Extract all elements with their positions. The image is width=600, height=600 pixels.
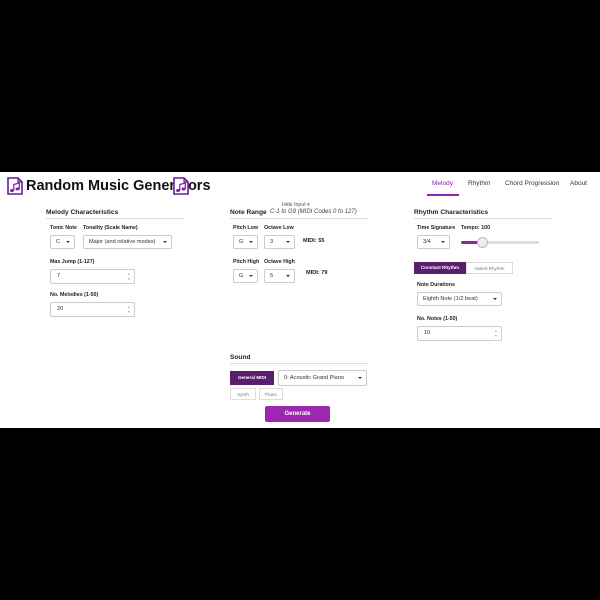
note-durations-select[interactable]: Eighth Note (1/2 beat): [417, 292, 502, 306]
chevron-down-icon: [358, 377, 362, 379]
chevron-down-icon: [441, 241, 445, 243]
music-file-icon: [172, 177, 190, 195]
note-range-title: Note Range: [230, 209, 267, 216]
spinner-icon[interactable]: ▴ ▾: [128, 304, 130, 314]
sound-section-title: Sound: [230, 354, 251, 361]
chevron-down-icon: [286, 275, 290, 277]
spinner-icon[interactable]: ▴ ▾: [495, 328, 497, 338]
max-jump-value: 7: [57, 273, 61, 279]
section-divider: [414, 218, 552, 219]
note-range-hint: C-1 to G9 (MIDI Codes 0 to 127): [270, 209, 357, 215]
num-notes-value: 10: [424, 330, 431, 336]
chevron-down-icon: [249, 241, 253, 243]
pitch-high-value: G: [239, 273, 244, 279]
chevron-down-icon: [286, 241, 290, 243]
pitch-low-label: Pitch Low: [233, 225, 259, 231]
synth-button[interactable]: Synth: [230, 388, 256, 400]
piano-button[interactable]: Piano: [259, 388, 283, 400]
octave-high-value: 5: [270, 273, 274, 279]
chevron-down-icon: [249, 275, 253, 277]
midi-low-readout: MIDI: 55: [303, 238, 325, 244]
tonic-note-value: C: [56, 239, 61, 245]
general-midi-button[interactable]: General MIDI: [230, 371, 274, 385]
max-jump-label: Max Jump (1-127): [50, 259, 95, 265]
octave-low-label: Octave Low: [264, 225, 294, 231]
tonality-value: Major (and relative modes): [89, 239, 156, 245]
chevron-down-icon: [163, 241, 167, 243]
chevron-down-icon: [493, 298, 497, 300]
instrument-value: 0: Acoustic Grand Piano: [284, 375, 345, 381]
chevron-down-icon: [66, 241, 70, 243]
note-durations-value: Eighth Note (1/2 beat): [423, 296, 478, 302]
rhythm-section-title: Rhythm Characteristics: [414, 209, 489, 216]
note-durations-label: Note Durations: [417, 282, 455, 288]
music-file-icon: [6, 177, 24, 195]
num-notes-label: No. Notes (1-50): [417, 316, 458, 322]
tempo-label: Tempo: 100: [461, 225, 491, 231]
pitch-high-select[interactable]: G: [233, 269, 258, 283]
section-divider: [230, 363, 368, 364]
spinner-icon[interactable]: ▴ ▾: [128, 271, 130, 281]
hide-input-toggle[interactable]: Hide Input ▾: [282, 202, 310, 208]
num-melodies-value: 20: [57, 306, 64, 312]
tempo-slider-thumb[interactable]: [477, 237, 488, 248]
num-notes-input[interactable]: 10 ▴ ▾: [417, 326, 502, 341]
octave-low-value: 3: [270, 239, 274, 245]
varied-rhythm-button[interactable]: Varied Rhythm: [466, 262, 513, 274]
max-jump-input[interactable]: 7 ▴ ▾: [50, 269, 135, 284]
tonic-note-select[interactable]: C: [50, 235, 75, 249]
pitch-low-select[interactable]: G: [233, 235, 258, 249]
octave-high-label: Octave High: [264, 259, 295, 265]
section-divider: [230, 218, 368, 219]
octave-low-select[interactable]: 3: [264, 235, 295, 249]
generate-button[interactable]: Generate: [265, 406, 330, 422]
time-signature-value: 3/4: [423, 239, 431, 245]
nav-about[interactable]: About: [570, 180, 587, 187]
header: Random Music Generators Melody Rhythm Ch…: [0, 172, 600, 200]
instrument-select[interactable]: 0: Acoustic Grand Piano: [278, 370, 367, 386]
midi-high-readout: MIDI: 79: [306, 270, 328, 276]
active-nav-indicator: [427, 194, 459, 196]
tonic-note-label: Tonic Note: [50, 225, 77, 231]
time-signature-label: Time Signature: [417, 225, 456, 231]
pitch-low-value: G: [239, 239, 244, 245]
app-window: Random Music Generators Melody Rhythm Ch…: [0, 172, 600, 428]
num-melodies-label: No. Melodies (1-50): [50, 292, 99, 298]
octave-high-select[interactable]: 5: [264, 269, 295, 283]
melody-section-title: Melody Characteristics: [46, 209, 119, 216]
tonality-label: Tonality (Scale Name): [83, 225, 138, 231]
nav-chord-progression[interactable]: Chord Progression: [505, 180, 559, 187]
pitch-high-label: Pitch High: [233, 259, 260, 265]
num-melodies-input[interactable]: 20 ▴ ▾: [50, 302, 135, 317]
tonality-select[interactable]: Major (and relative modes): [83, 235, 172, 249]
constant-rhythm-button[interactable]: Constant Rhythm: [414, 262, 466, 274]
time-signature-select[interactable]: 3/4: [417, 235, 450, 249]
section-divider: [46, 218, 184, 219]
nav-melody[interactable]: Melody: [432, 180, 453, 187]
nav-rhythm[interactable]: Rhythm: [468, 180, 490, 187]
